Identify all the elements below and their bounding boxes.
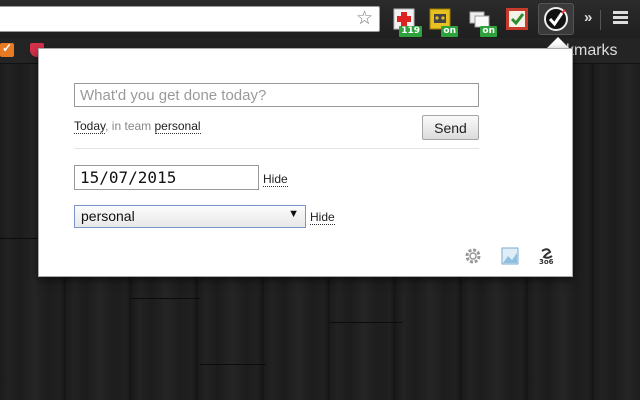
- hide-date-link[interactable]: Hide: [263, 172, 288, 187]
- checkmark-icon[interactable]: [538, 3, 574, 35]
- extension-popup: Today, in team personal Send Hide person…: [38, 48, 573, 277]
- menu-icon[interactable]: [613, 11, 628, 25]
- robot-icon[interactable]: on: [428, 7, 458, 37]
- other-bookmarks-label[interactable]: kmarks: [566, 42, 618, 60]
- team-prefix-text: , in team: [105, 119, 155, 133]
- logo-icon[interactable]: 3o6: [538, 247, 556, 266]
- hide-team-link[interactable]: Hide: [310, 210, 335, 225]
- extension-badge: on: [480, 26, 497, 37]
- checklist-icon[interactable]: [505, 7, 531, 33]
- dropdown-arrow-icon: ▼: [288, 208, 299, 220]
- more-extensions-icon[interactable]: »: [584, 9, 592, 26]
- date-field[interactable]: [74, 165, 259, 190]
- image-icon[interactable]: [501, 247, 519, 265]
- svg-text:3o6: 3o6: [539, 258, 554, 265]
- browser-toolbar: ☆ 119 on on »: [0, 0, 640, 38]
- address-bar[interactable]: ☆: [0, 6, 380, 32]
- send-button[interactable]: Send: [422, 115, 479, 140]
- gear-icon[interactable]: [464, 247, 482, 265]
- team-select[interactable]: personal ▼: [74, 205, 306, 228]
- popup-arrow: [547, 37, 569, 48]
- cloud-icon[interactable]: on: [467, 7, 497, 37]
- team-select-value: personal: [81, 208, 135, 224]
- entry-context: Today, in team personal: [74, 119, 201, 134]
- team-toggle-link[interactable]: personal: [154, 119, 201, 134]
- done-input[interactable]: [74, 83, 479, 107]
- divider: [74, 148, 479, 149]
- first-aid-icon[interactable]: 119: [392, 7, 422, 37]
- toolbar-divider: [600, 10, 601, 30]
- extension-badge: on: [441, 26, 458, 37]
- date-toggle-link[interactable]: Today: [74, 119, 106, 134]
- bookmark-star-icon[interactable]: ☆: [356, 9, 373, 29]
- extension-badge: 119: [399, 26, 422, 37]
- bookmark-favicon-icon[interactable]: [0, 41, 14, 57]
